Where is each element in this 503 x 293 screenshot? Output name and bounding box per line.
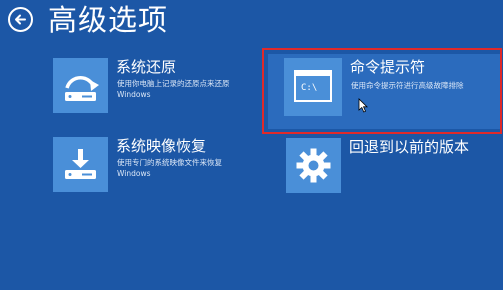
option-title: 系统映像恢复 bbox=[116, 137, 207, 155]
option-title: 回退到以前的版本 bbox=[349, 138, 470, 156]
annotation-highlight-frame bbox=[262, 48, 502, 134]
option-system-restore[interactable]: 系统还原 使用你电脑上记录的还原点来还原 Windows bbox=[53, 58, 258, 118]
option-tile bbox=[286, 138, 341, 193]
system-image-recovery-icon bbox=[65, 149, 96, 179]
system-restore-icon bbox=[65, 75, 99, 101]
option-tile bbox=[53, 58, 108, 113]
option-go-back-previous-version[interactable]: 回退到以前的版本 bbox=[286, 138, 496, 198]
page-title: 高级选项 bbox=[48, 3, 169, 37]
gear-icon bbox=[296, 148, 331, 183]
option-title: 系统还原 bbox=[116, 58, 177, 76]
back-button[interactable] bbox=[8, 7, 33, 32]
option-tile bbox=[53, 137, 108, 192]
option-description: 使用你电脑上记录的还原点来还原 Windows bbox=[117, 79, 230, 99]
back-arrow-icon bbox=[15, 14, 26, 25]
advanced-options-screen: 高级选项 系统还原 使用你电脑上记录的还原点来还原 Windows C:\ 命令… bbox=[0, 0, 503, 293]
option-system-image-recovery[interactable]: 系统映像恢复 使用专门的系统映像文件来恢复 Windows bbox=[53, 137, 258, 197]
option-description: 使用专门的系统映像文件来恢复 Windows bbox=[117, 158, 222, 178]
mouse-cursor-icon bbox=[358, 98, 368, 113]
